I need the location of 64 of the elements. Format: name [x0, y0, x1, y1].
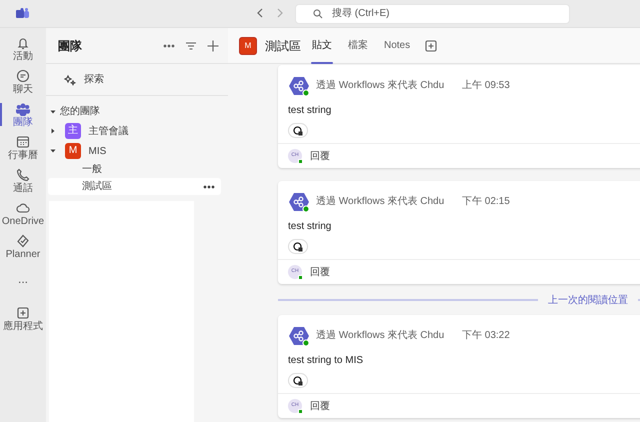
chevron-right-icon: [276, 8, 284, 18]
team-avatar: M: [65, 143, 81, 159]
post-author: 透過 Workflows 來代表 Chdu: [316, 194, 446, 209]
rail-item[interactable]: OneDrive: [0, 197, 46, 230]
rail-item[interactable]: Planner: [0, 230, 46, 263]
more-icon: [203, 184, 215, 190]
reply-button[interactable]: 回覆: [310, 148, 330, 164]
plus-square-icon: [16, 306, 30, 320]
post-time: 上午 09:53: [462, 78, 510, 93]
add-button[interactable]: [206, 38, 220, 52]
post-body: test string: [287, 104, 332, 118]
channel-tab[interactable]: 檔案: [347, 28, 369, 64]
chat-bubble-icon: [16, 68, 30, 82]
channel-tab[interactable]: Notes: [383, 28, 412, 64]
post-time: 下午 02:15: [462, 195, 510, 209]
team-item[interactable]: 主 主管會議: [46, 121, 228, 141]
panel-title: 團隊: [58, 38, 82, 54]
search-field[interactable]: 搜尋 (Ctrl+E): [295, 4, 570, 24]
channel-tab[interactable]: 貼文: [311, 28, 333, 64]
section-heading: 您的團隊: [60, 104, 100, 119]
workflow-avatar-icon: [288, 74, 310, 96]
cloud-icon: [16, 200, 30, 214]
channel-item[interactable]: 測試區: [48, 178, 221, 195]
rail-item[interactable]: 聊天: [0, 65, 46, 98]
channel-avatar: M: [239, 36, 257, 54]
emoji-add-icon: [293, 376, 303, 386]
reaction-button[interactable]: [288, 123, 308, 138]
add-tab-button[interactable]: [425, 40, 438, 52]
post-author: 透過 Workflows 來代表 Chdu: [316, 328, 446, 343]
post-body: test string to MIS: [287, 354, 364, 368]
app-logo-icon: [16, 8, 30, 20]
reaction-button[interactable]: [288, 239, 308, 254]
rail-item[interactable]: ...: [0, 263, 46, 296]
rail-item[interactable]: 通話: [0, 164, 46, 197]
post-body: test string: [287, 220, 332, 234]
workflow-avatar-icon: [288, 324, 310, 346]
rail-item[interactable]: 應用程式: [0, 302, 46, 335]
channel-item[interactable]: 一般: [48, 161, 221, 178]
bell-icon: [16, 36, 30, 50]
plus-square-icon: [425, 40, 438, 52]
phone-icon: [16, 168, 30, 182]
plus-icon: [206, 38, 220, 52]
rail-item[interactable]: 行事曆: [0, 131, 46, 164]
post-time: 下午 03:22: [462, 329, 510, 343]
emoji-add-icon: [293, 126, 303, 136]
chevron-left-icon: [256, 8, 264, 18]
calendar-icon: [16, 134, 30, 148]
last-read-label: 上一次的閱讀位置: [548, 294, 628, 308]
people-icon: [16, 102, 30, 116]
team-item[interactable]: M MIS: [46, 141, 228, 161]
channel-title: 測試區: [265, 38, 301, 54]
workflow-avatar-icon: [288, 190, 310, 212]
sparkle-icon: [64, 74, 76, 86]
post-author: 透過 Workflows 來代表 Chdu: [316, 78, 446, 93]
caret-down-icon: [50, 108, 56, 114]
reply-button[interactable]: 回覆: [310, 264, 330, 280]
rail-item[interactable]: 活動: [0, 32, 46, 65]
clipboard-check-icon: [16, 234, 30, 248]
team-avatar: 主: [65, 123, 81, 139]
emoji-add-icon: [293, 242, 303, 252]
reaction-button[interactable]: [288, 373, 308, 388]
rail-item[interactable]: 團隊: [0, 98, 46, 131]
search-icon: [313, 8, 323, 18]
reply-button[interactable]: 回覆: [310, 398, 330, 414]
